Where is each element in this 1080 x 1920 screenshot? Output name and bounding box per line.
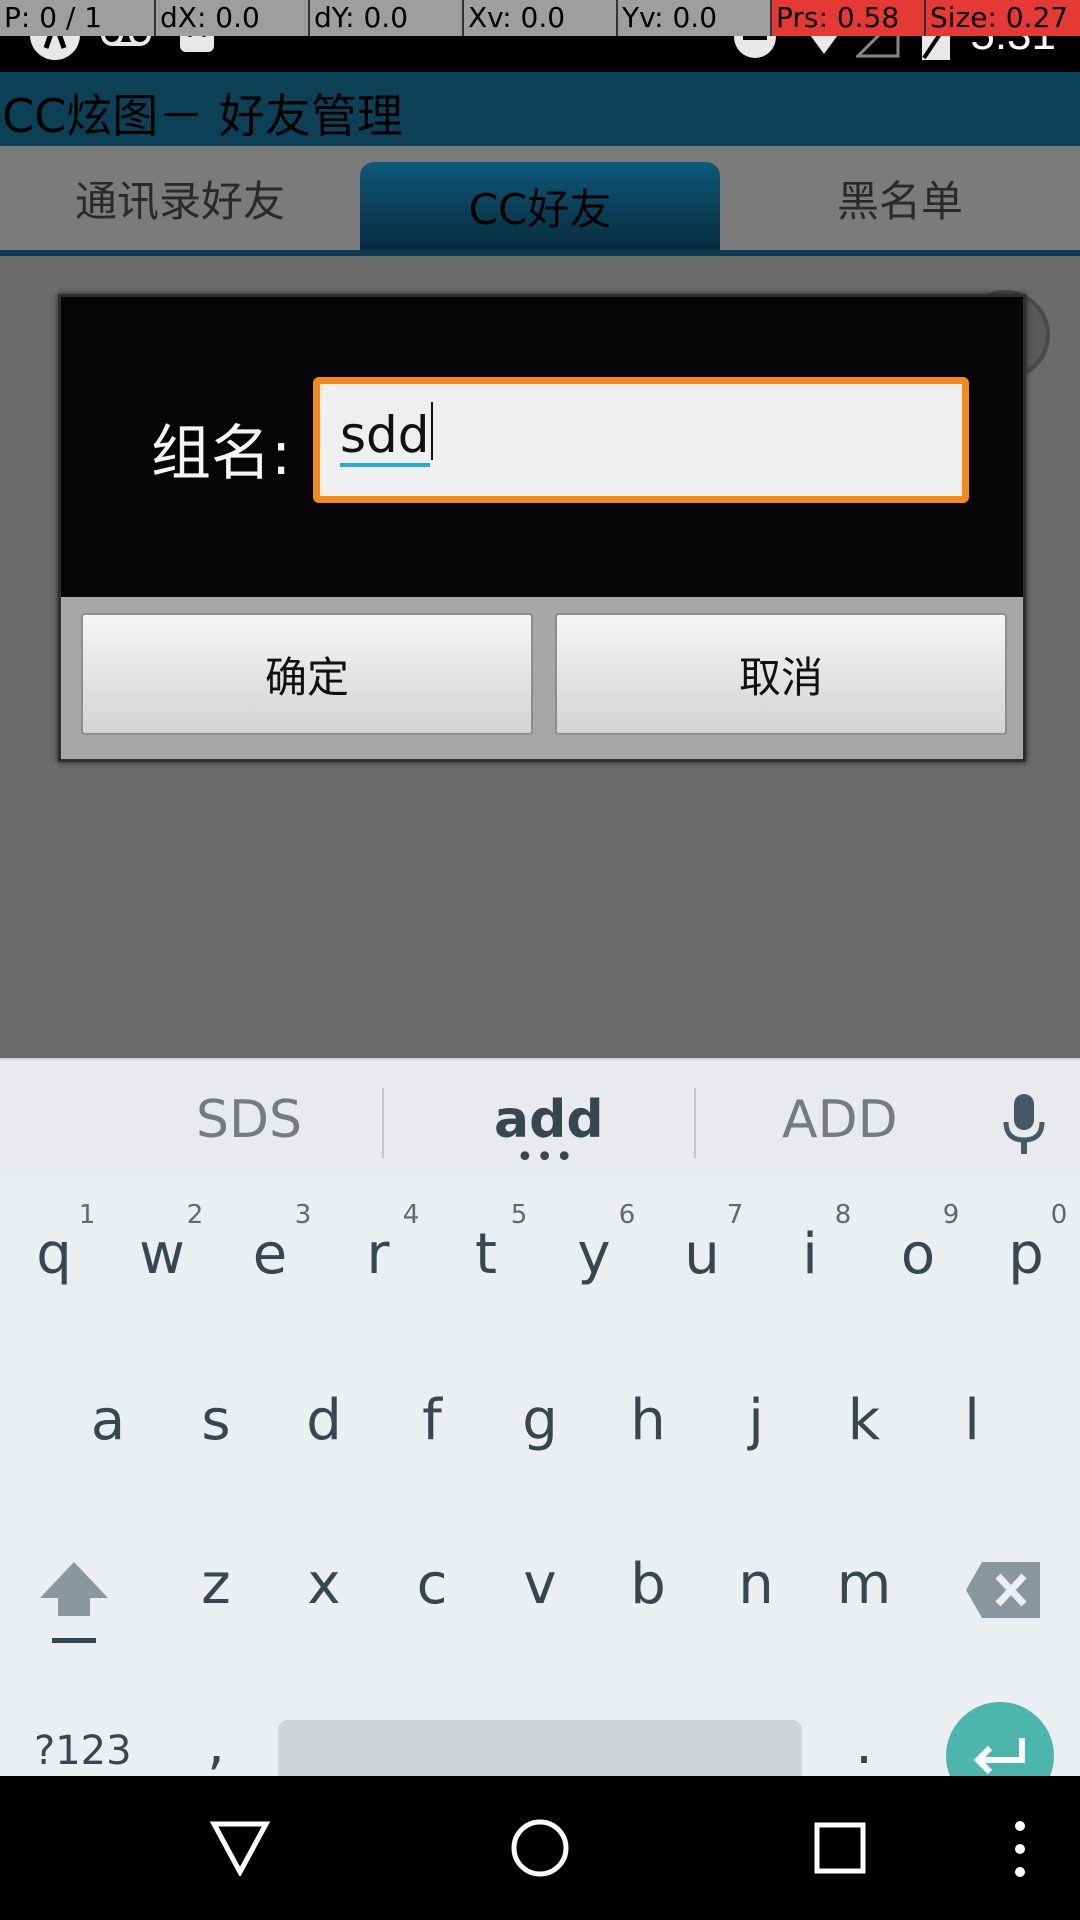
- key-t[interactable]: t: [446, 1222, 526, 1287]
- confirm-button[interactable]: 确定: [81, 613, 533, 735]
- tab-blacklist[interactable]: 黑名单: [720, 146, 1080, 250]
- home-icon[interactable]: [510, 1818, 570, 1878]
- status-bar: 5:31 P: 0 / 1 dX: 0.0 dY: 0.0 Xv: 0.0 Yv…: [0, 0, 1080, 72]
- more-suggestions-icon: •••: [516, 1140, 576, 1175]
- dialog-button-bar: 确定 取消: [61, 597, 1023, 759]
- key-a[interactable]: a: [68, 1388, 148, 1453]
- key-y[interactable]: y: [554, 1222, 634, 1287]
- suggestion-divider: [382, 1088, 384, 1158]
- key-i[interactable]: i: [770, 1222, 850, 1287]
- tab-bar: 通讯录好友 CC好友 黑名单: [0, 146, 1080, 256]
- pointer-size: Size: 0.27: [924, 0, 1080, 36]
- microphone-icon[interactable]: [1000, 1092, 1048, 1156]
- pointer-count: P: 0 / 1: [4, 1, 103, 34]
- key-e[interactable]: e: [230, 1222, 310, 1287]
- key-z[interactable]: z: [176, 1552, 256, 1617]
- pointer-dx: dX: 0.0: [154, 0, 308, 36]
- key-d[interactable]: d: [284, 1388, 364, 1453]
- key-c[interactable]: c: [392, 1552, 472, 1617]
- key-s[interactable]: s: [176, 1388, 256, 1453]
- key-k[interactable]: k: [824, 1388, 904, 1453]
- key-o[interactable]: o: [878, 1222, 958, 1287]
- key-h[interactable]: h: [608, 1388, 688, 1453]
- key-w[interactable]: w: [122, 1222, 202, 1287]
- back-icon[interactable]: [210, 1820, 270, 1876]
- app-window: CC炫图－ 好友管理 通讯录好友 CC好友 黑名单 组名: sdd 确定 取消 …: [0, 72, 1080, 1848]
- backspace-icon[interactable]: [964, 1560, 1042, 1620]
- key-f[interactable]: f: [392, 1388, 472, 1453]
- symbols-key[interactable]: ?123: [34, 1728, 132, 1774]
- text-cursor: [430, 402, 433, 460]
- pointer-yv: Yv: 0.0: [616, 0, 770, 36]
- key-x[interactable]: x: [284, 1552, 364, 1617]
- pointer-dy: dY: 0.0: [308, 0, 462, 36]
- pointer-location-overlay: P: 0 / 1 dX: 0.0 dY: 0.0 Xv: 0.0 Yv: 0.0…: [0, 0, 1080, 36]
- key-comma[interactable]: ,: [176, 1712, 256, 1777]
- key-n[interactable]: n: [716, 1552, 796, 1617]
- shift-icon[interactable]: [36, 1558, 112, 1648]
- key-p[interactable]: p: [986, 1222, 1066, 1287]
- enter-icon: [973, 1738, 1025, 1775]
- tab-cc-friends[interactable]: CC好友: [360, 162, 720, 250]
- soft-keyboard: SDS add ••• ADD 1 2 3 4 5 6 7 8 9 0 q w …: [0, 1058, 1080, 1848]
- pointer-pressure: Prs: 0.58: [770, 0, 924, 36]
- key-r[interactable]: r: [338, 1222, 418, 1287]
- pointer-xv: Xv: 0.0: [462, 0, 616, 36]
- group-name-value: sdd: [340, 407, 430, 467]
- key-b[interactable]: b: [608, 1552, 688, 1617]
- suggestion-strip: SDS add ••• ADD: [0, 1058, 1080, 1176]
- tab-contacts-friends[interactable]: 通讯录好友: [0, 146, 360, 250]
- key-l[interactable]: l: [932, 1388, 1012, 1453]
- suggestion-3[interactable]: ADD: [782, 1090, 898, 1150]
- key-j[interactable]: j: [716, 1388, 796, 1453]
- title-bar: CC炫图－ 好友管理: [0, 72, 1080, 146]
- navigation-bar: [0, 1776, 1080, 1920]
- group-name-dialog: 组名: sdd 确定 取消: [58, 294, 1026, 762]
- key-u[interactable]: u: [662, 1222, 742, 1287]
- key-period[interactable]: .: [824, 1712, 904, 1777]
- key-m[interactable]: m: [824, 1552, 904, 1617]
- page-title: CC炫图－ 好友管理: [2, 89, 403, 143]
- key-v[interactable]: v: [500, 1552, 580, 1617]
- overflow-menu-icon[interactable]: [1008, 1818, 1032, 1880]
- suggestion-1[interactable]: SDS: [196, 1090, 302, 1150]
- recents-icon[interactable]: [814, 1822, 866, 1874]
- group-name-label: 组名:: [151, 419, 292, 489]
- key-g[interactable]: g: [500, 1388, 580, 1453]
- cancel-button[interactable]: 取消: [555, 613, 1007, 735]
- suggestion-divider: [694, 1088, 696, 1158]
- group-name-input[interactable]: sdd: [313, 377, 969, 503]
- key-q[interactable]: q: [14, 1222, 94, 1287]
